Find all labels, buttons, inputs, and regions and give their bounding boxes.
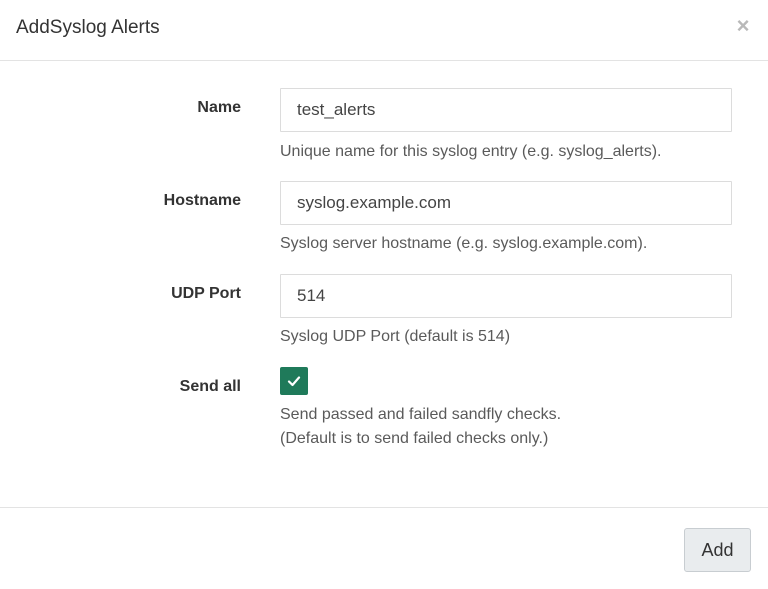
add-syslog-dialog: AddSyslog Alerts × Name Unique name for …	[0, 0, 768, 589]
send-all-help-line1: Send passed and failed sandfly checks.	[280, 406, 562, 423]
name-input[interactable]	[280, 88, 732, 132]
send-all-help-line2: (Default is to send failed checks only.)	[280, 430, 549, 447]
udp-port-help: Syslog UDP Port (default is 514)	[280, 328, 511, 345]
udp-port-label: UDP Port	[171, 285, 241, 302]
dialog-header: AddSyslog Alerts ×	[0, 0, 768, 61]
dialog-title: AddSyslog Alerts	[16, 17, 160, 38]
check-icon	[287, 376, 301, 387]
udp-port-input[interactable]	[280, 274, 732, 318]
name-help: Unique name for this syslog entry (e.g. …	[280, 143, 662, 160]
send-all-label: Send all	[179, 378, 241, 395]
hostname-label: Hostname	[163, 192, 241, 209]
name-label: Name	[197, 99, 241, 116]
footer-divider	[0, 507, 768, 508]
add-button[interactable]: Add	[684, 528, 751, 572]
close-icon[interactable]: ×	[735, 14, 751, 38]
hostname-help: Syslog server hostname (e.g. syslog.exam…	[280, 235, 648, 252]
hostname-input[interactable]	[280, 181, 732, 225]
send-all-checkbox[interactable]	[280, 367, 308, 395]
